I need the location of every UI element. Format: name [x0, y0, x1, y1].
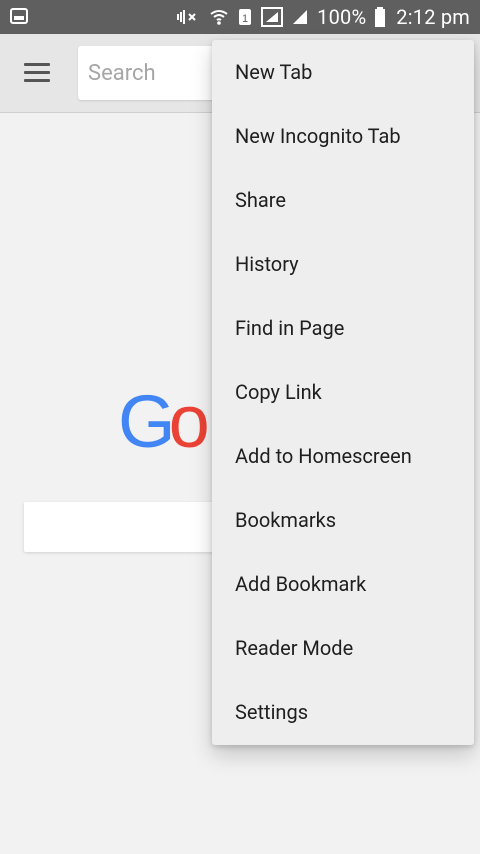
menu-item-add-bookmark[interactable]: Add Bookmark [212, 552, 474, 616]
logo-letter-g: G [118, 379, 176, 463]
svg-text:1: 1 [242, 13, 248, 25]
battery-icon [375, 7, 386, 27]
sim-icon: 1 [239, 9, 252, 25]
menu-item-add-to-homescreen[interactable]: Add to Homescreen [212, 424, 474, 488]
image-notification-icon [10, 8, 28, 24]
menu-item-find-in-page[interactable]: Find in Page [212, 296, 474, 360]
status-bar: 1 100% 2:12 pm [0, 0, 480, 34]
status-right: 1 100% 2:12 pm [175, 0, 470, 34]
battery-percent: 100% [317, 5, 367, 29]
signal-icon [293, 10, 308, 24]
hamburger-line [24, 71, 50, 74]
mute-vibrate-icon [177, 10, 196, 24]
signal-icon [261, 7, 284, 27]
menu-item-history[interactable]: History [212, 232, 474, 296]
status-time: 2:12 pm [396, 5, 470, 29]
menu-item-copy-link[interactable]: Copy Link [212, 360, 474, 424]
wifi-icon [210, 10, 228, 25]
overflow-menu: New Tab New Incognito Tab Share History … [212, 40, 474, 745]
menu-item-share[interactable]: Share [212, 168, 474, 232]
menu-item-new-tab[interactable]: New Tab [212, 40, 474, 104]
hamburger-line [24, 79, 50, 82]
menu-item-new-incognito-tab[interactable]: New Incognito Tab [212, 104, 474, 168]
hamburger-icon[interactable] [24, 63, 50, 83]
google-logo: G o [118, 380, 210, 463]
menu-item-reader-mode[interactable]: Reader Mode [212, 616, 474, 680]
hamburger-line [24, 63, 50, 66]
menu-item-settings[interactable]: Settings [212, 680, 474, 744]
menu-item-bookmarks[interactable]: Bookmarks [212, 488, 474, 552]
logo-letter-o: o [168, 379, 210, 463]
